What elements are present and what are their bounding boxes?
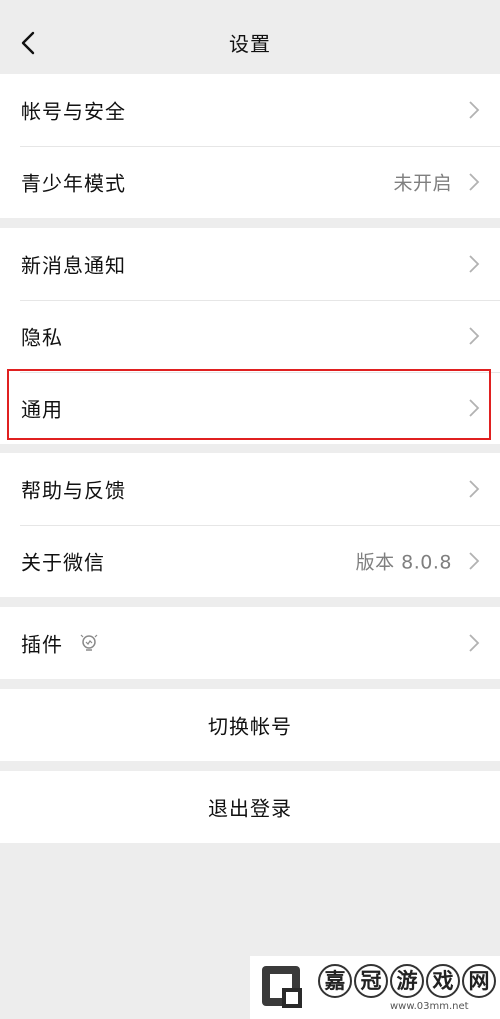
lightbulb-icon	[80, 634, 98, 651]
teen-mode-status: 未开启	[393, 172, 452, 195]
settings-item-about-wechat[interactable]: 关于微信 版本 8.0.8	[0, 525, 500, 597]
page-title: 设置	[229, 32, 271, 56]
settings-item-help-feedback[interactable]: 帮助与反馈	[0, 453, 500, 525]
watermark-char: 冠	[354, 964, 388, 998]
nav-bar: 设置	[0, 0, 500, 74]
chevron-right-icon	[469, 480, 480, 498]
watermark-char: 嘉	[318, 964, 352, 998]
watermark-char: 戏	[426, 964, 460, 998]
settings-item-label: 帐号与安全	[21, 99, 126, 124]
plugins-group: 插件	[0, 607, 500, 679]
settings-item-label: 新消息通知	[21, 253, 126, 278]
settings-item-plugins[interactable]: 插件	[0, 607, 500, 679]
settings-item-label: 关于微信	[21, 550, 105, 575]
logout-button[interactable]: 退出登录	[0, 771, 500, 843]
switch-account-label: 切换帐号	[208, 714, 292, 739]
watermark-logo-icon	[262, 966, 302, 1008]
chevron-right-icon	[469, 173, 480, 191]
settings-item-label: 帮助与反馈	[21, 478, 126, 503]
settings-item-label: 插件	[21, 632, 63, 657]
version-text: 版本 8.0.8	[355, 551, 452, 574]
watermark: 嘉 冠 游 戏 网 www.03mm.net	[250, 956, 500, 1019]
about-group: 帮助与反馈 关于微信 版本 8.0.8	[0, 453, 500, 597]
logout-group: 退出登录	[0, 771, 500, 843]
settings-item-teen-mode[interactable]: 青少年模式 未开启	[0, 146, 500, 218]
switch-account-group: 切换帐号	[0, 689, 500, 761]
watermark-char: 游	[390, 964, 424, 998]
settings-item-label: 隐私	[21, 325, 63, 350]
settings-item-account-security[interactable]: 帐号与安全	[0, 74, 500, 146]
account-group: 帐号与安全 青少年模式 未开启	[0, 74, 500, 218]
chevron-right-icon	[469, 101, 480, 119]
chevron-right-icon	[469, 634, 480, 652]
watermark-text: 嘉 冠 游 戏 网	[318, 964, 496, 998]
settings-item-new-message-notification[interactable]: 新消息通知	[0, 228, 500, 300]
logout-label: 退出登录	[208, 796, 292, 821]
watermark-char: 网	[462, 964, 496, 998]
chevron-right-icon	[469, 327, 480, 345]
highlight-box	[7, 369, 491, 440]
watermark-url: www.03mm.net	[390, 1001, 469, 1012]
chevron-right-icon	[469, 255, 480, 273]
settings-item-privacy[interactable]: 隐私	[0, 300, 500, 372]
chevron-right-icon	[469, 552, 480, 570]
settings-item-label: 青少年模式	[21, 171, 126, 196]
switch-account-button[interactable]: 切换帐号	[0, 689, 500, 761]
